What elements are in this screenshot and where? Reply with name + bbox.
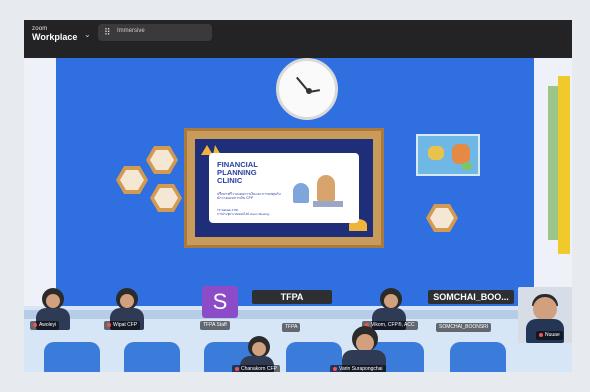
- chair: [450, 342, 506, 372]
- illustration-desk: [313, 201, 343, 207]
- hex-shelf: [146, 146, 178, 174]
- participant-name-text: Nuuae: [545, 332, 560, 338]
- mic-muted-icon: [333, 367, 337, 371]
- participant-banner-text: SOMCHAI_BOO...: [433, 292, 509, 302]
- wall-clock: [276, 58, 338, 120]
- mic-muted-icon: [235, 367, 239, 371]
- participant-tile[interactable]: S TFPA Staff: [188, 282, 248, 332]
- participant-name-text: Awoleyi: [39, 322, 57, 328]
- mic-muted-icon: [107, 323, 111, 327]
- map-shape: [452, 144, 470, 164]
- brand-line-1: zoom: [32, 26, 48, 32]
- participant-name: Nuuae: [536, 331, 563, 340]
- participant-face: [120, 294, 134, 308]
- mic-muted-icon: [539, 333, 543, 337]
- participant-name: Chanakorn CFP: [232, 365, 280, 372]
- mic-muted-icon: [33, 323, 37, 327]
- chevron-down-icon[interactable]: ⌄: [84, 30, 91, 39]
- top-bar: zoom Workplace ⌄ ⠿ Immersive: [24, 20, 572, 58]
- participant-name-text: Varin Surapongchai: [339, 366, 383, 372]
- zoom-window: zoom Workplace ⌄ ⠿ Immersive FINANCIAL P…: [24, 20, 572, 372]
- hex-shelf: [150, 184, 182, 212]
- participant-name: SOMCHAI_BOONSRI: [436, 323, 492, 332]
- participant-name-text: Wipat CFP: [113, 322, 138, 328]
- participant-name: Awoleyi: [30, 321, 60, 330]
- grid-icon: ⠿: [104, 27, 111, 37]
- slide-title: FINANCIAL PLANNING CLINIC: [217, 160, 258, 185]
- search-label: Immersive: [117, 28, 145, 34]
- chair: [124, 342, 180, 372]
- slide-subtitle: ปรึกษาฟรีวางแผนการเงินและการลงทุนกับนักว…: [217, 192, 281, 201]
- illustration-person: [293, 183, 309, 203]
- participant-tile[interactable]: Chanakorn CFP: [226, 330, 296, 372]
- participant-name: Wipat CFP: [104, 321, 141, 330]
- participant-tile[interactable]: SOMCHAI_BOO... SOMCHAI_BOONSRI: [428, 290, 514, 334]
- hex-shelf: [426, 204, 458, 232]
- shared-slide: FINANCIAL PLANNING CLINIC ปรึกษาฟรีวางแผ…: [195, 139, 373, 237]
- participant-name-text: TFPA Staff: [203, 322, 227, 328]
- illustration-person: [317, 175, 335, 201]
- participant-face: [384, 294, 398, 308]
- yellow-window-frame: [558, 76, 570, 254]
- participant-name: Varin Surapongchai: [330, 365, 386, 372]
- participant-face: [46, 294, 60, 308]
- clock-center: [306, 88, 312, 94]
- participant-name: TFPA Staff: [200, 321, 230, 330]
- window: [548, 86, 558, 240]
- participant-face: [533, 297, 557, 321]
- hex-shelf: [116, 166, 148, 194]
- participant-name-text: SOMCHAI_BOONSRI: [439, 324, 489, 330]
- participant-banner-text: TFPA: [280, 292, 304, 302]
- brand-line-2: Workplace: [32, 32, 78, 42]
- immersive-scene: FINANCIAL PLANNING CLINIC ปรึกษาฟรีวางแผ…: [24, 58, 572, 372]
- world-map: [416, 134, 480, 176]
- map-shape: [428, 146, 444, 160]
- participant-name-text: Chanakorn CFP: [241, 366, 277, 372]
- presentation-board: FINANCIAL PLANNING CLINIC ปรึกษาฟรีวางแผ…: [184, 128, 384, 248]
- brand: zoom Workplace: [32, 26, 77, 42]
- participant-tile[interactable]: Awoleyi: [24, 282, 84, 332]
- slide-footer: TF Sabaai 3 8th การประชุมระบบออนไลน์ Zoo…: [217, 208, 270, 216]
- chair: [44, 342, 100, 372]
- participant-tile[interactable]: Wipat CFP: [98, 282, 158, 332]
- map-shape: [462, 162, 472, 170]
- avatar: S: [202, 286, 238, 318]
- participant-tile[interactable]: Varin Surapongchai: [320, 320, 406, 372]
- participant-face: [252, 342, 266, 356]
- participant-video[interactable]: Nuuae: [518, 287, 572, 343]
- slide-illustration: [287, 165, 351, 211]
- search-box[interactable]: ⠿ Immersive: [98, 24, 212, 41]
